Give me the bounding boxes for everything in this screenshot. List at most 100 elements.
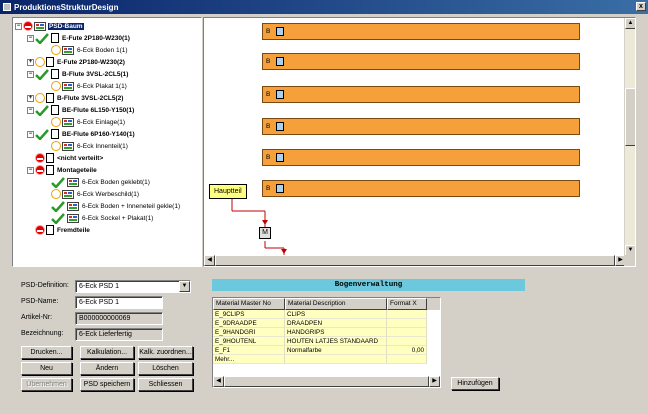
tree-node[interactable]: − B-Flute 3VSL-2CL5(1) — [27, 68, 129, 80]
table-cell[interactable]: 0,00 — [387, 346, 427, 355]
m-node[interactable]: M — [259, 227, 271, 239]
table-cell[interactable]: E_9CLIPS — [213, 310, 285, 319]
part-icon — [67, 213, 79, 223]
part-icon — [62, 189, 74, 199]
psd-definition-select[interactable]: 6-Eck PSD 1 ▼ — [75, 280, 191, 293]
tree-node[interactable]: 6-Eck Plakat 1(1) — [51, 80, 128, 92]
checkmark-icon — [51, 200, 65, 212]
col-format-x-label: Format X — [390, 300, 417, 307]
tree-root[interactable]: − PSD-Baum — [15, 20, 84, 32]
table-cell[interactable] — [387, 310, 427, 319]
table-row[interactable]: E_F1 Normalfarbe 0,00 — [213, 346, 440, 355]
collapse-icon[interactable]: − — [27, 70, 34, 78]
tree-node[interactable]: 6-Eck Boden 1(1) — [51, 44, 129, 56]
psd-speichern-button[interactable]: PSD speichern — [80, 378, 134, 391]
tree-node[interactable]: <nicht verteilt> — [27, 152, 104, 164]
table-cell[interactable] — [387, 337, 427, 346]
tree-node[interactable]: Fremdteile — [27, 224, 91, 236]
table-cell[interactable] — [387, 328, 427, 337]
table-row[interactable]: E_9HOUTENL HOUTEN LATJES STANDAARD — [213, 337, 440, 346]
pending-circle-icon — [51, 81, 61, 91]
tree-root-label: PSD-Baum — [48, 22, 84, 30]
part-icon — [67, 201, 79, 211]
structure-diagram[interactable]: BBBBBB Hauptteil M ▲ ▼ ◀ ▶ — [203, 17, 636, 267]
tree-node[interactable]: 6-Eck Sockel + Plakat(1) — [51, 212, 154, 224]
psd-tree[interactable]: − PSD-Baum − E-Fute 2P180-W230(1) 6-Eck Bo… — [12, 17, 202, 267]
table-cell[interactable]: HANDGRIPS — [285, 328, 387, 337]
collapse-icon[interactable]: − — [27, 166, 34, 174]
close-button[interactable]: x — [636, 2, 646, 11]
tree-node[interactable]: + E-Fute 2P180-W230(2) — [27, 56, 126, 68]
table-cell[interactable]: HOUTEN LATJES STANDAARD — [285, 337, 387, 346]
tree-node[interactable]: 6-Eck Boden + Inneneteil gekle(1) — [51, 200, 181, 212]
tree-node[interactable]: − Montageteile — [27, 164, 98, 176]
table-cell[interactable]: CLIPS — [285, 310, 387, 319]
material-grid[interactable]: Material Master No Material Description … — [212, 297, 441, 388]
checkmark-icon — [35, 32, 49, 44]
artikel-label: Artikel-Nr: — [21, 314, 53, 321]
tree-node[interactable]: − E-Fute 2P180-W230(1) — [27, 32, 131, 44]
grid-scroll-right-icon[interactable]: ▶ — [429, 376, 440, 387]
table-cell[interactable] — [387, 355, 427, 364]
collapse-icon[interactable]: − — [27, 106, 34, 114]
board-icon — [46, 93, 54, 103]
loeschen-button[interactable]: Löschen — [138, 362, 193, 375]
pending-circle-icon — [51, 189, 61, 199]
grid-hscroll-thumb[interactable] — [224, 376, 429, 387]
table-cell[interactable]: E_9HOUTENL — [213, 337, 285, 346]
diagram-vscroll[interactable]: ▲ ▼ — [624, 18, 635, 256]
table-cell[interactable]: E_9HANDGRI — [213, 328, 285, 337]
col-material-desc[interactable]: Material Description — [285, 298, 387, 310]
chevron-down-icon[interactable]: ▼ — [179, 281, 190, 292]
table-cell[interactable]: Mehr... — [213, 355, 285, 364]
table-row[interactable]: E_9HANDGRI HANDGRIPS — [213, 328, 440, 337]
col-format-x[interactable]: Format X — [387, 298, 427, 310]
part-icon — [62, 81, 74, 91]
diagram-hscroll[interactable]: ◀ ▶ — [204, 255, 626, 266]
tree-node[interactable]: 6-Eck Innenteil(1) — [51, 140, 129, 152]
grid-scroll-left-icon[interactable]: ◀ — [213, 376, 224, 387]
tree-node[interactable]: 6-Eck Einlage(1) — [51, 116, 126, 128]
neu-button[interactable]: Neu — [21, 362, 72, 375]
schliessen-button[interactable]: Schliessen — [138, 378, 193, 391]
tree-node[interactable]: − BE-Flute 6L150-Y150(1) — [27, 104, 135, 116]
tree-node[interactable]: 6-Eck Werbeschild(1) — [51, 188, 140, 200]
kalk-zuordnen-button[interactable]: Kalk. zuordnen... — [138, 346, 193, 359]
table-cell[interactable]: DRAADPEN — [285, 319, 387, 328]
expand-icon[interactable]: + — [27, 94, 34, 102]
scroll-up-icon[interactable]: ▲ — [625, 18, 635, 29]
scroll-left-icon[interactable]: ◀ — [204, 255, 215, 266]
table-cell[interactable] — [285, 355, 387, 364]
table-cell[interactable]: E_9DRAADPE — [213, 319, 285, 328]
checkmark-icon — [35, 104, 49, 116]
expand-icon[interactable]: + — [27, 58, 34, 66]
psd-definition-label: PSD-Definition: — [21, 282, 69, 289]
table-row[interactable]: E_9CLIPS CLIPS — [213, 310, 440, 319]
col-material-no[interactable]: Material Master No — [213, 298, 285, 310]
collapse-icon[interactable]: − — [15, 22, 22, 30]
table-row[interactable]: Mehr... — [213, 355, 440, 364]
tree-node[interactable]: 6-Eck Boden geklebt(1) — [51, 176, 151, 188]
tree-node[interactable]: − BE-Flute 6P160-Y140(1) — [27, 128, 136, 140]
diagram-vscroll-thumb[interactable] — [625, 88, 635, 146]
collapse-icon[interactable]: − — [27, 130, 34, 138]
kalkulation-button[interactable]: Kalkulation... — [80, 346, 134, 359]
diagram-hscroll-thumb[interactable] — [215, 255, 615, 266]
table-cell[interactable] — [387, 319, 427, 328]
aendern-button[interactable]: Ändern — [80, 362, 134, 375]
window-title: ProduktionsStrukturDesign — [14, 2, 119, 12]
grid-header: Material Master No Material Description … — [213, 298, 440, 310]
psd-name-field[interactable]: 6-Eck PSD 1 — [75, 296, 163, 309]
uebernehmen-button[interactable]: Übernehmen — [21, 378, 72, 391]
table-cell[interactable]: Normalfarbe — [285, 346, 387, 355]
collapse-icon[interactable]: − — [27, 34, 34, 42]
table-row[interactable]: E_9DRAADPE DRAADPEN — [213, 319, 440, 328]
grid-hscroll[interactable]: ◀ ▶ — [213, 376, 440, 387]
tree-node[interactable]: + B-Flute 3VSL-2CL5(2) — [27, 92, 124, 104]
hinzufuegen-button[interactable]: Hinzufügen — [451, 377, 499, 390]
drucken-button[interactable]: Drucken... — [21, 346, 72, 359]
table-cell[interactable]: E_F1 — [213, 346, 285, 355]
board-icon — [51, 105, 59, 115]
board-icon — [51, 129, 59, 139]
board-icon — [46, 57, 54, 67]
